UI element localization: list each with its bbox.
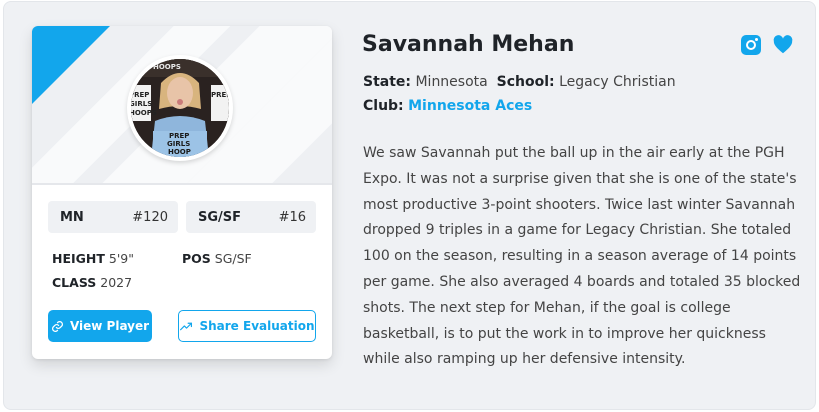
player-card: HOOPS PREP GIRLS HOOP PREP GIRLS HOOPS P…	[32, 26, 332, 359]
view-player-button[interactable]: View Player	[48, 310, 152, 342]
club-label: Club:	[363, 98, 404, 114]
evaluation-text: We saw Savannah put the ball up in the a…	[363, 145, 801, 368]
player-photo-image: HOOPS PREP GIRLS HOOP PREP GIRLS HOOPS P…	[131, 59, 229, 157]
card-banner: HOOPS PREP GIRLS HOOP PREP GIRLS HOOPS P…	[32, 26, 332, 183]
card-divider	[32, 183, 332, 185]
view-player-label: View Player	[69, 319, 150, 333]
evaluation-panel: HOOPS PREP GIRLS HOOP PREP GIRLS HOOPS P…	[3, 1, 816, 410]
class-info: CLASS 2027	[52, 275, 132, 290]
photo-hat-text: HOOPS	[153, 63, 181, 71]
school-value: Legacy Christian	[559, 74, 676, 90]
state-label: State:	[363, 74, 412, 90]
position-rank-value: #16	[278, 209, 306, 225]
share-evaluation-button[interactable]: Share Evaluation	[178, 310, 316, 342]
class-value: 2027	[100, 275, 133, 290]
height-info: HEIGHT 5'9"	[52, 251, 134, 266]
height-label: HEIGHT	[52, 251, 105, 266]
state-value: Minnesota	[415, 74, 488, 90]
link-icon	[51, 320, 63, 332]
photo-shirt-text-2: GIRLS	[167, 140, 190, 148]
position-label: POS	[182, 251, 211, 266]
photo-sign-text-2: GIRLS	[131, 100, 152, 108]
trending-up-icon	[180, 322, 193, 330]
photo-shirt-text-1: PREP	[169, 132, 189, 140]
position-rank-badge: SG/SF #16	[186, 201, 316, 233]
photo-sign-text-4: PREP	[211, 91, 229, 99]
photo-sign-text-1: PREP	[131, 91, 149, 99]
club-link[interactable]: Minnesota Aces	[408, 98, 532, 114]
position-value: SG/SF	[214, 251, 252, 266]
state-rank-badge: MN #120	[48, 201, 178, 233]
photo-sign-text-3: HOOPS	[131, 109, 157, 117]
banner-accent	[32, 26, 110, 104]
heart-icon[interactable]	[772, 34, 794, 56]
height-value: 5'9"	[108, 251, 134, 266]
player-club: Club: Minnesota Aces	[363, 98, 532, 114]
share-evaluation-label: Share Evaluation	[199, 319, 315, 333]
school-label: School:	[496, 74, 555, 90]
state-rank-value: #120	[132, 209, 168, 225]
state-rank-label: MN	[60, 209, 84, 225]
player-avatar: HOOPS PREP GIRLS HOOP PREP GIRLS HOOPS P…	[127, 55, 233, 161]
player-location: State: Minnesota School: Legacy Christia…	[363, 74, 676, 90]
instagram-icon[interactable]	[741, 35, 761, 55]
class-label: CLASS	[52, 275, 97, 290]
position-rank-label: SG/SF	[198, 209, 242, 225]
position-info: POS SG/SF	[182, 251, 252, 266]
player-name: Savannah Mehan	[362, 32, 575, 57]
photo-shirt-text-3: HOOP	[168, 148, 191, 156]
player-photo: HOOPS PREP GIRLS HOOP PREP GIRLS HOOPS P…	[131, 59, 229, 157]
